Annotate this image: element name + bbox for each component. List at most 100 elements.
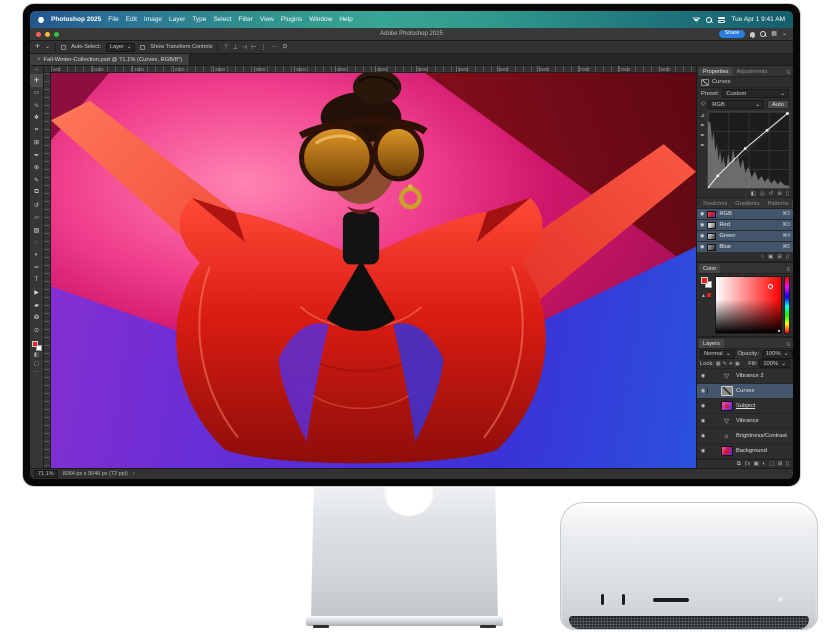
tool-button[interactable]: ⌗	[30, 124, 43, 137]
layer-name[interactable]: Vibrance 2	[736, 373, 764, 379]
panel-tab[interactable]: Gradients	[731, 199, 763, 208]
menu-item[interactable]: Edit	[126, 16, 137, 23]
visibility-eye-icon[interactable]: ◉	[699, 418, 708, 424]
workspace-icon[interactable]: ▦	[771, 31, 777, 37]
panel-footer-icon[interactable]: ◐	[762, 461, 765, 467]
layer-row[interactable]: ◉ ↲ Background	[697, 444, 793, 459]
saturation-brightness-picker[interactable]	[715, 276, 782, 334]
panel-footer-icon[interactable]: ƒx	[744, 461, 750, 467]
close-window-button[interactable]	[36, 32, 41, 37]
quick-mask-icon[interactable]: ◧	[34, 351, 39, 360]
lock-icon[interactable]: ✛	[729, 361, 733, 367]
channel-dropdown[interactable]: RGB ⌄	[708, 100, 764, 109]
align-icon[interactable]: ⊤	[223, 44, 228, 51]
lock-icon[interactable]: ▣	[735, 361, 740, 367]
panel-tab[interactable]: Patterns	[764, 199, 793, 208]
toolbar-more-icon[interactable]: ⋯	[34, 369, 40, 378]
visibility-eye-icon[interactable]: ◉	[700, 233, 704, 239]
tool-button[interactable]: ↺	[30, 199, 43, 212]
menu-item[interactable]: Type	[192, 16, 206, 23]
tool-button[interactable]: T	[30, 274, 43, 287]
visibility-eye-icon[interactable]: ◉	[699, 373, 708, 379]
targeted-adjustment-icon[interactable]: ⬦	[701, 101, 705, 108]
tool-button[interactable]: ⧉	[30, 187, 43, 200]
tool-button[interactable]: ▶	[30, 287, 43, 300]
collapse-toolbar-icon[interactable]: «	[35, 67, 38, 74]
minimize-window-button[interactable]	[45, 32, 50, 37]
tool-button[interactable]: ⊞	[30, 137, 43, 150]
control-center-icon[interactable]	[718, 17, 725, 23]
close-tab-icon[interactable]: ×	[37, 57, 41, 63]
hue-slider[interactable]	[784, 276, 790, 334]
tool-button[interactable]: ▨	[30, 224, 43, 237]
foreground-background-swatches[interactable]	[32, 341, 42, 351]
tool-button[interactable]: ✎	[30, 174, 43, 187]
panel-footer-icon[interactable]: ▯	[786, 461, 789, 467]
layer-name[interactable]: Subject	[736, 403, 755, 409]
panel-menu-icon[interactable]: ≡	[783, 70, 793, 76]
tool-button[interactable]: ❂	[30, 312, 43, 325]
panel-footer-icon[interactable]: ▣	[754, 461, 759, 467]
lock-icon[interactable]: ▦	[716, 361, 721, 367]
preset-dropdown[interactable]: Custom ⌄	[722, 89, 789, 98]
gear-icon[interactable]: ⊙	[282, 44, 287, 50]
notifications-icon[interactable]	[750, 32, 755, 37]
tool-button[interactable]: ✑	[30, 262, 43, 275]
search-icon[interactable]	[760, 31, 766, 37]
wifi-icon[interactable]	[692, 17, 700, 23]
panel-tab[interactable]: Color	[699, 264, 720, 273]
menu-item[interactable]: Window	[309, 16, 332, 23]
eyedropper-icon[interactable]: ✒	[700, 143, 705, 149]
channel-row-item[interactable]: ◉ Red ⌘3	[697, 220, 793, 231]
more-options-icon[interactable]: ···	[271, 44, 277, 50]
layer-row[interactable]: ◉ ↲ Curves	[697, 384, 793, 399]
menu-item[interactable]: File	[108, 16, 118, 23]
curves-editor[interactable]: ⊿✒✒✒	[697, 110, 793, 190]
tool-button[interactable]: ✛	[30, 74, 43, 87]
panel-footer-icon[interactable]: ▢	[769, 461, 774, 467]
foreground-color-swatch[interactable]	[701, 277, 708, 284]
panel-footer-icon[interactable]: ○	[761, 254, 764, 260]
menu-item[interactable]: View	[260, 16, 274, 23]
align-icon[interactable]: ⊢	[251, 44, 256, 51]
screen-mode-icon[interactable]: ▢	[34, 360, 39, 369]
panel-footer-icon[interactable]: ⊞	[777, 254, 782, 260]
menu-item[interactable]: Plugins	[281, 16, 302, 23]
zoom-window-button[interactable]	[54, 32, 59, 37]
tool-button[interactable]: ❖	[30, 112, 43, 125]
curve-graph[interactable]	[707, 111, 790, 189]
menu-bar-clock[interactable]: Tue Apr 1 9:41 AM	[731, 16, 785, 23]
eyedropper-icon[interactable]: ⊿	[700, 113, 705, 119]
panel-footer-icon[interactable]: ⊞	[778, 461, 783, 467]
panel-footer-icon[interactable]: ↺	[769, 191, 774, 197]
layer-name[interactable]: Curves	[736, 388, 754, 394]
color-picker-indicator[interactable]	[768, 284, 773, 289]
layer-name[interactable]: Background	[736, 448, 767, 454]
canvas-area[interactable]: 5001000150020002500300035004000450050005…	[44, 66, 696, 468]
panel-footer-icon[interactable]: ▣	[768, 254, 773, 260]
visibility-eye-icon[interactable]: ◉	[699, 448, 708, 454]
fill-dropdown[interactable]: 100% ⌄	[759, 359, 790, 368]
panel-footer-icon[interactable]: ◧	[751, 191, 756, 197]
opacity-dropdown[interactable]: 100% ⌄	[762, 350, 793, 359]
menu-item[interactable]: Help	[339, 16, 352, 23]
visibility-eye-icon[interactable]: ◉	[699, 388, 708, 394]
panel-tab[interactable]: Adjustments	[733, 67, 772, 76]
panel-footer-icon[interactable]: ▯	[786, 191, 789, 197]
layer-name[interactable]: Brightness/Contrast	[736, 433, 787, 439]
app-menu[interactable]: Photoshop 2025	[51, 16, 101, 23]
zoom-level[interactable]: 71.1%	[34, 470, 58, 478]
visibility-eye-icon[interactable]: ◉	[700, 244, 704, 250]
panel-footer-icon[interactable]: ⊗	[777, 191, 782, 197]
panel-tab[interactable]: Layers	[699, 339, 724, 348]
channel-row-item[interactable]: ◉ RGB ⌘2	[697, 209, 793, 220]
align-icon[interactable]: ⋮	[260, 44, 266, 51]
tool-button[interactable]: ◌	[30, 237, 43, 250]
panel-menu-icon[interactable]: ≡	[783, 267, 793, 273]
align-icon[interactable]: ⊣	[242, 44, 247, 51]
tool-button[interactable]: ✒	[30, 149, 43, 162]
blend-mode-dropdown[interactable]: Normal ⌄	[700, 350, 735, 359]
share-button[interactable]: Share	[719, 30, 746, 38]
visibility-eye-icon[interactable]: ◉	[700, 222, 704, 228]
spotlight-search-icon[interactable]	[706, 17, 712, 23]
